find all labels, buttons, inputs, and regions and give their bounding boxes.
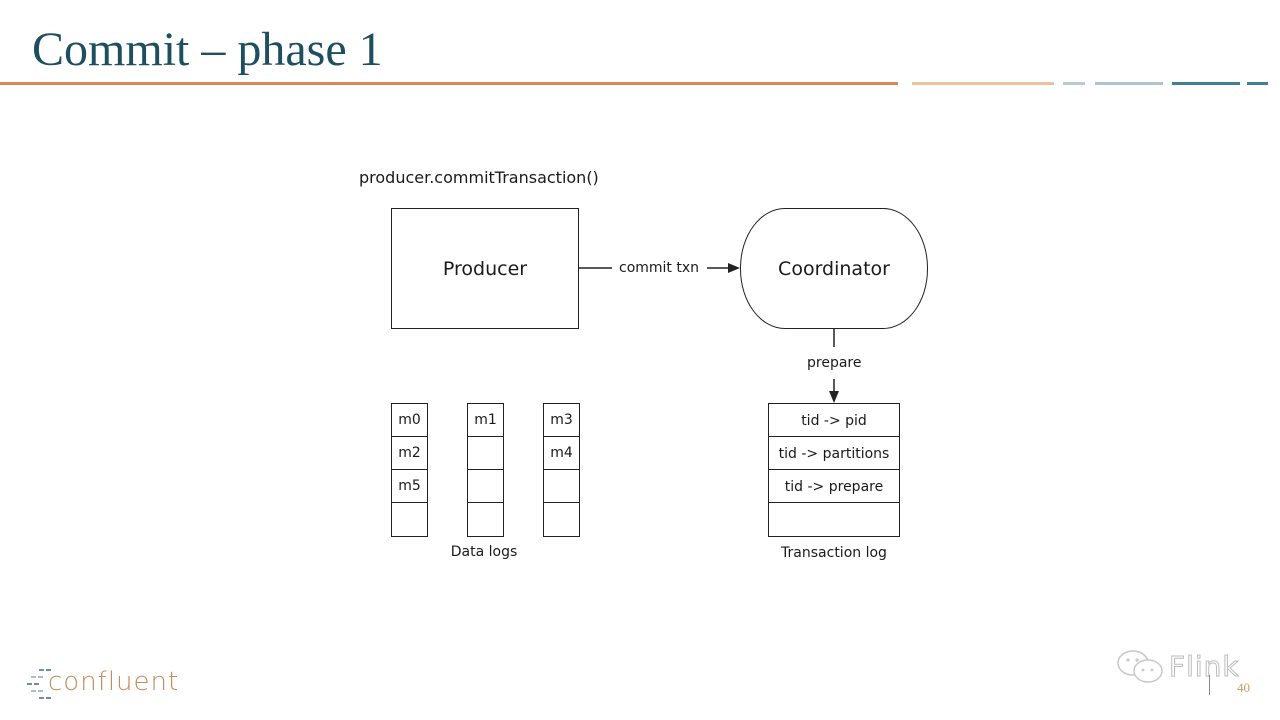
prepare-arrowhead [829, 391, 839, 403]
data-logs-caption: Data logs [450, 544, 518, 560]
data-log-cell: m5 [391, 469, 428, 503]
watermark-text: Flink [1169, 650, 1240, 684]
page-number-divider [1209, 675, 1210, 695]
page-number: 40 [1237, 680, 1250, 695]
transaction-log-cell: tid -> pid [768, 403, 900, 438]
data-log-cell [543, 502, 580, 537]
data-log-cell: m1 [467, 403, 504, 437]
transaction-log-caption: Transaction log [781, 545, 887, 561]
data-log-cell [467, 436, 504, 470]
wechat-icon [1117, 650, 1163, 683]
commit-arrowhead [728, 263, 740, 273]
data-log-cell: m0 [391, 403, 428, 437]
data-log-cell [543, 469, 580, 503]
confluent-logo: confluent [26, 666, 196, 702]
data-log-cell [391, 502, 428, 537]
data-log-cell: m3 [543, 403, 580, 437]
data-log-cell: m4 [543, 436, 580, 470]
data-log-cell [467, 502, 504, 537]
confluent-logo-text: confluent [48, 667, 180, 697]
data-log-cell [467, 469, 504, 503]
transaction-log-cell [768, 502, 900, 537]
diagram-edges [579, 263, 839, 403]
prepare-edge-label: prepare [807, 355, 862, 371]
data-log-cell: m2 [391, 436, 428, 470]
transaction-log-cell: tid -> prepare [768, 469, 900, 504]
flink-watermark: Flink [1115, 648, 1255, 688]
commit-edge-label: commit txn [619, 260, 700, 276]
transaction-log-cell: tid -> partitions [768, 436, 900, 471]
